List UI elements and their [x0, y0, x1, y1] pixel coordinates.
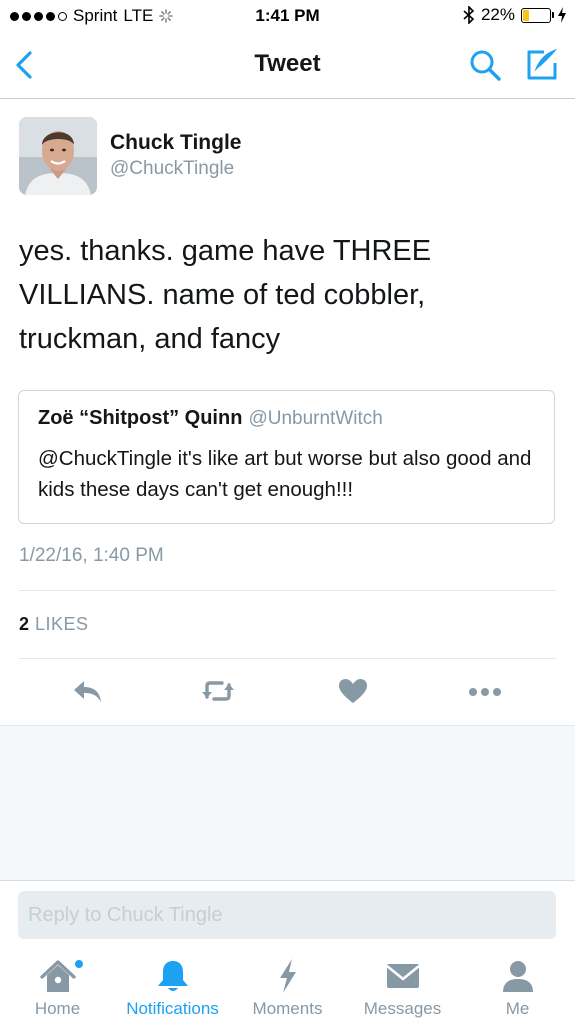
likes-count[interactable]: 2 LIKES	[19, 614, 89, 635]
avatar-photo	[19, 117, 97, 195]
search-icon	[470, 50, 501, 81]
quoted-tweet-header: Zoë “Shitpost” Quinn @UnburntWitch	[38, 407, 383, 430]
more-icon	[469, 688, 501, 696]
reply-button[interactable]	[70, 676, 106, 706]
tab-label: Moments	[252, 999, 323, 1018]
tab-home[interactable]: Home	[0, 950, 115, 1024]
tweet-actions	[0, 670, 575, 712]
quoted-tweet[interactable]: Zoë “Shitpost” Quinn @UnburntWitch @Chuck…	[18, 390, 555, 524]
tab-label: Me	[505, 999, 530, 1018]
tweet-timestamp: 1/22/16, 1:40 PM	[19, 545, 164, 566]
compose-button[interactable]	[524, 46, 560, 82]
tab-label: Home	[34, 999, 81, 1018]
home-notification-dot	[75, 960, 83, 968]
status-bar: Sprint LTE 1:41 PM 22%	[0, 0, 575, 32]
reply-icon	[74, 681, 101, 702]
likes-number: 2	[19, 614, 30, 634]
tweet-text: yes. thanks. game have THREE VILLIANS. n…	[19, 235, 432, 355]
reply-input[interactable]	[18, 891, 556, 939]
quoted-author-name: Zoë “Shitpost” Quinn	[38, 407, 243, 429]
tab-messages[interactable]: Messages	[345, 950, 460, 1024]
battery-icon	[521, 7, 554, 23]
person-icon	[502, 961, 533, 992]
divider	[19, 590, 556, 591]
navigation-bar: Tweet	[0, 32, 575, 99]
tab-label: Notifications	[126, 999, 219, 1018]
compose-icon	[527, 49, 557, 80]
like-button[interactable]	[335, 676, 371, 706]
tab-moments[interactable]: Moments	[230, 950, 345, 1024]
tab-label: Messages	[363, 999, 442, 1018]
home-icon	[39, 960, 76, 992]
quoted-author-handle: @UnburntWitch	[248, 408, 383, 429]
quoted-tweet-text: @ChuckTingle it's like art but worse but…	[38, 447, 532, 501]
lightning-icon	[279, 959, 296, 993]
tab-bar: Home Notifications Moments Messages Me	[0, 950, 575, 1024]
charging-icon	[558, 7, 566, 23]
likes-label: LIKES	[35, 614, 89, 634]
tab-me[interactable]: Me	[460, 950, 575, 1024]
author-avatar[interactable]	[19, 117, 97, 195]
envelope-icon	[385, 964, 420, 988]
battery-percent: 22%	[480, 5, 515, 24]
empty-content-area	[0, 725, 575, 881]
divider	[19, 658, 556, 659]
more-button[interactable]	[467, 676, 503, 706]
reply-bar	[0, 880, 575, 951]
search-button[interactable]	[468, 48, 502, 82]
heart-icon	[339, 679, 367, 703]
retweet-icon	[202, 681, 234, 701]
tab-notifications[interactable]: Notifications	[115, 950, 230, 1024]
author-name[interactable]: Chuck Tingle	[110, 131, 241, 155]
bluetooth-icon	[463, 6, 475, 24]
bell-icon	[157, 961, 188, 991]
author-handle[interactable]: @ChuckTingle	[110, 158, 234, 180]
status-right: 22%	[463, 5, 567, 25]
retweet-button[interactable]	[200, 676, 236, 706]
